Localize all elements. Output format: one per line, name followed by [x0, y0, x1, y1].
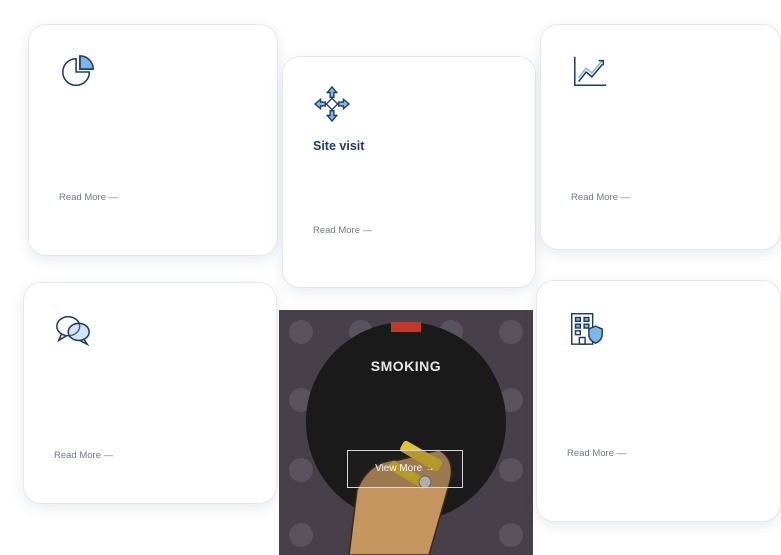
card-description — [567, 389, 750, 421]
read-more-link[interactable]: Read More — — [59, 192, 118, 203]
card-title — [567, 363, 750, 377]
promo-background — [279, 310, 533, 555]
service-card-3[interactable]: Read More — — [540, 24, 781, 250]
smoking-promo-banner[interactable]: SMOKING View More → — [279, 310, 533, 555]
view-more-button[interactable]: View More → — [347, 450, 463, 488]
card-title — [59, 107, 247, 121]
card-title — [571, 107, 750, 121]
card-description — [313, 166, 505, 198]
card-description — [571, 133, 750, 165]
pie-chart-icon — [59, 53, 97, 91]
service-card-1[interactable]: Read More — — [28, 24, 278, 256]
card-description — [54, 391, 246, 423]
card-title — [54, 365, 246, 379]
read-more-link[interactable]: Read More — — [567, 448, 626, 459]
read-more-link[interactable]: Read More — — [313, 225, 372, 236]
promo-subtitle — [279, 382, 533, 418]
card-description — [59, 133, 247, 165]
service-card-4[interactable]: Read More — — [23, 282, 277, 504]
read-more-link[interactable]: Read More — — [571, 192, 630, 203]
speech-bubbles-icon — [54, 311, 92, 349]
promo-headline: SMOKING — [370, 358, 442, 374]
read-more-link[interactable]: Read More — — [54, 450, 113, 461]
building-shield-icon — [567, 309, 605, 347]
compass-arrows-icon — [313, 85, 351, 123]
card-title: Site visit — [313, 139, 365, 153]
line-chart-icon — [571, 53, 609, 91]
service-card-2[interactable]: Site visit Read More — — [282, 56, 536, 288]
service-card-5[interactable]: Read More — — [536, 280, 781, 522]
